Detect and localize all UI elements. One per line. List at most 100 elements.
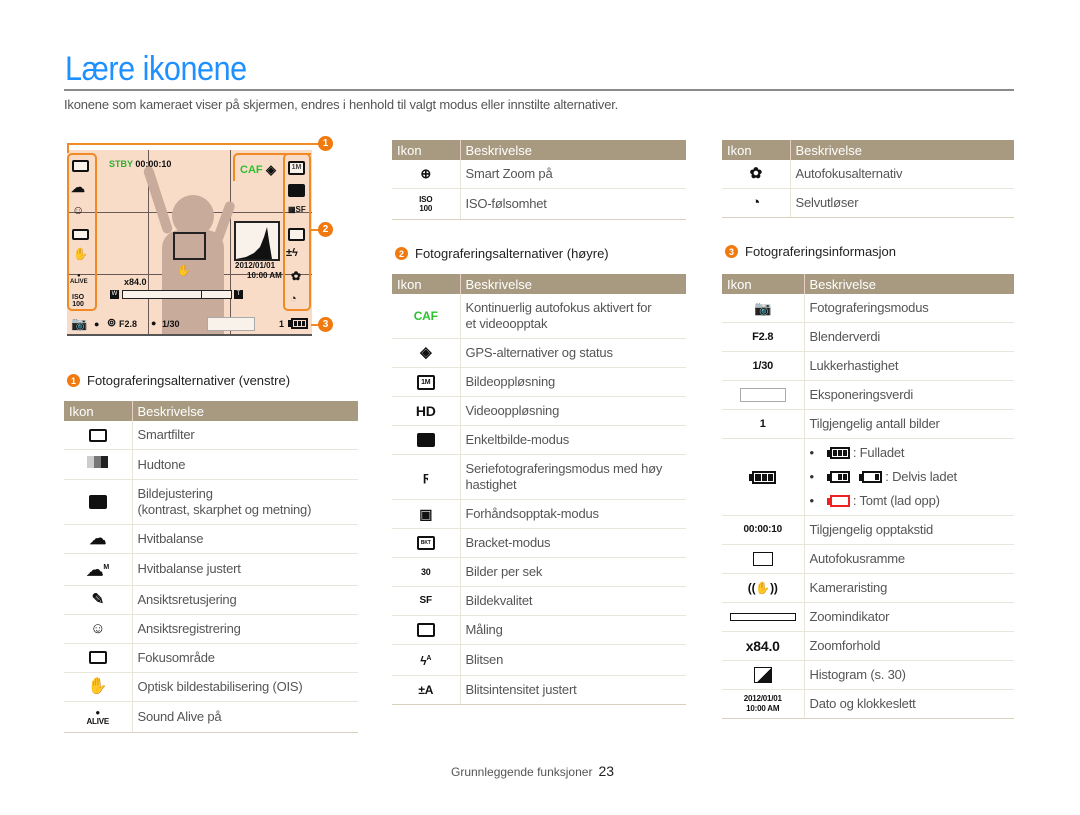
skin-tone-icon	[87, 456, 109, 473]
battery-empty-icon	[826, 495, 850, 507]
section-number: 1	[67, 374, 80, 387]
row-description: Selvutløser	[790, 188, 1014, 218]
battery-partial-icon	[826, 471, 850, 483]
section-heading-left-options: 1 Fotograferingsalternativer (venstre)	[67, 373, 290, 388]
histogram-icon	[753, 667, 772, 684]
row-description: Tilgjengelig opptakstid	[804, 515, 1014, 545]
table-row: ✎ Ansiktsretusjering	[64, 585, 358, 615]
stby-label: STBY	[109, 159, 133, 169]
table-row: F2.8 Blenderverdi	[722, 322, 1014, 352]
self-timer-icon: ◔	[290, 293, 297, 305]
row-description: Bilder per sek	[460, 557, 686, 587]
metering-icon	[288, 228, 305, 241]
table-row: Histogram (s. 30)	[722, 660, 1014, 691]
table-row: ● ALIVE Sound Alive på	[64, 701, 358, 733]
table-row: HD Videooppløsning	[392, 396, 686, 426]
header-icon: Ikon	[392, 274, 461, 294]
header-description: Beskrivelse	[460, 274, 686, 294]
row-description-line1: Bildejustering	[137, 486, 213, 501]
aperture-icon: F2.8	[722, 322, 805, 352]
row-description: Smart Zoom på	[460, 160, 686, 189]
row-description: Dato og klokkeslett	[804, 689, 1014, 720]
quality-icon: SF	[392, 586, 461, 616]
battery-state-partial: : Delvis ladet	[810, 465, 1010, 489]
face-detection-icon: ☺	[64, 614, 133, 644]
af-frame	[173, 232, 206, 260]
row-description: Lukkerhastighet	[804, 351, 1014, 381]
exposure-scale	[207, 317, 255, 331]
bracket-icon: BKT	[416, 536, 435, 551]
section-title: Fotograferingsinformasjon	[745, 244, 897, 259]
table-row: ✋ Optisk bildestabilisering (OIS)	[64, 672, 358, 702]
row-description: Eksponeringsverdi	[804, 380, 1014, 410]
battery-icon	[288, 318, 308, 329]
header-description: Beskrivelse	[460, 140, 686, 160]
row-description-line1: Seriefotograferingsmodus med høy	[465, 461, 663, 476]
quality-icon: ▦SF	[288, 205, 306, 214]
hd-icon: HD	[392, 396, 461, 426]
callout-line	[67, 143, 69, 153]
gps-icon: ◈	[392, 338, 461, 368]
camera-shake-icon: ((✋))	[722, 573, 805, 603]
zoom-indicator-bar	[122, 290, 232, 299]
flash-intensity-icon: ±ϟ	[286, 247, 298, 259]
time-readout: 10:00 AM	[247, 271, 282, 280]
battery-states-list: : Fulladet : Delvis ladet : Tomt (lad op…	[810, 441, 1010, 513]
histogram-graph	[236, 227, 272, 259]
row-description: Blenderverdi	[804, 322, 1014, 352]
row-description: Ansiktsretusjering	[132, 585, 358, 615]
af-frame-icon	[752, 552, 773, 567]
table-row: CAF Kontinuerlig autofokus aktivert for et…	[392, 294, 686, 339]
row-description: Histogram (s. 30)	[804, 660, 1014, 691]
date-readout: 2012/01/01	[235, 261, 276, 270]
table-row: ☁ Hvitbalanse	[64, 524, 358, 554]
face-detection-icon: ☺	[72, 203, 85, 217]
burst-icon: ϝ	[392, 454, 461, 500]
table-row: 1 Tilgjengelig antall bilder	[722, 409, 1014, 439]
table-row: Bildejustering (kontrast, skarphet og met…	[64, 479, 358, 525]
table-header-row: Ikon Beskrivelse	[64, 401, 358, 421]
date-text: 2012/01/01	[743, 694, 782, 704]
intro-text: Ikonene som kameraet viser på skjermen, …	[64, 97, 619, 112]
row-description-line2: et videoopptak	[465, 316, 548, 331]
table-row: ISO 100 ISO-følsomhet	[392, 188, 686, 220]
flash-mode-label: A	[426, 655, 432, 662]
header-icon: Ikon	[392, 140, 461, 160]
table-row: ±A Blitsintensitet justert	[392, 675, 686, 705]
ois-icon: ✋	[64, 672, 133, 702]
left-options-table: Ikon Beskrivelse Smartfilter Hudtone Bild…	[64, 401, 358, 733]
battery-state-label: : Fulladet	[852, 445, 905, 460]
table-row: ▣ Forhåndsopptak-modus	[392, 499, 686, 529]
shutter-value: 1/30	[162, 319, 180, 329]
histogram	[234, 221, 280, 261]
row-description: Enkeltbilde-modus	[460, 425, 686, 455]
table-header-row: Ikon Beskrivelse	[722, 140, 1014, 160]
row-description: Forhåndsopptak-modus	[460, 499, 686, 529]
header-description: Beskrivelse	[790, 140, 1014, 160]
dot-icon: ●	[94, 319, 100, 329]
camera-shake-icon: ✋	[177, 265, 191, 277]
table-row: BKT Bracket-modus	[392, 528, 686, 558]
zoom-tele-icon: T	[234, 290, 243, 299]
table-row: 1/30 Lukkerhastighet	[722, 351, 1014, 381]
table-row: SF Bildekvalitet	[392, 586, 686, 616]
table-row: Fokusområde	[64, 643, 358, 673]
sound-alive-icon: ● ALIVE	[64, 701, 133, 733]
info-bar: 📷 ● ⊚ F2.8 ● 1/30 1	[67, 314, 312, 334]
battery-low-icon	[859, 471, 883, 483]
macro-icon: ✿	[722, 160, 791, 189]
row-description: Ansiktsregistrering	[132, 614, 358, 644]
battery-full-icon	[749, 470, 777, 484]
table-row: Måling	[392, 615, 686, 645]
shooting-mode-icon: 📷	[722, 294, 805, 323]
right-options-table: Ikon Beskrivelse CAF Kontinuerlig autofoku…	[392, 274, 686, 705]
smart-filter-icon	[72, 160, 89, 172]
shooting-mode-icon: 📷	[71, 316, 88, 331]
row-description: Smartfilter	[132, 421, 358, 450]
title-divider	[64, 89, 1014, 91]
table-row: Zoomindikator	[722, 602, 1014, 632]
zoom-wide-icon: W	[110, 290, 119, 299]
table-row: : Fulladet : Delvis ladet : Tomt (lad op…	[722, 438, 1014, 516]
zoom-indicator-icon	[729, 613, 796, 622]
row-description: Hudtone	[132, 449, 358, 480]
